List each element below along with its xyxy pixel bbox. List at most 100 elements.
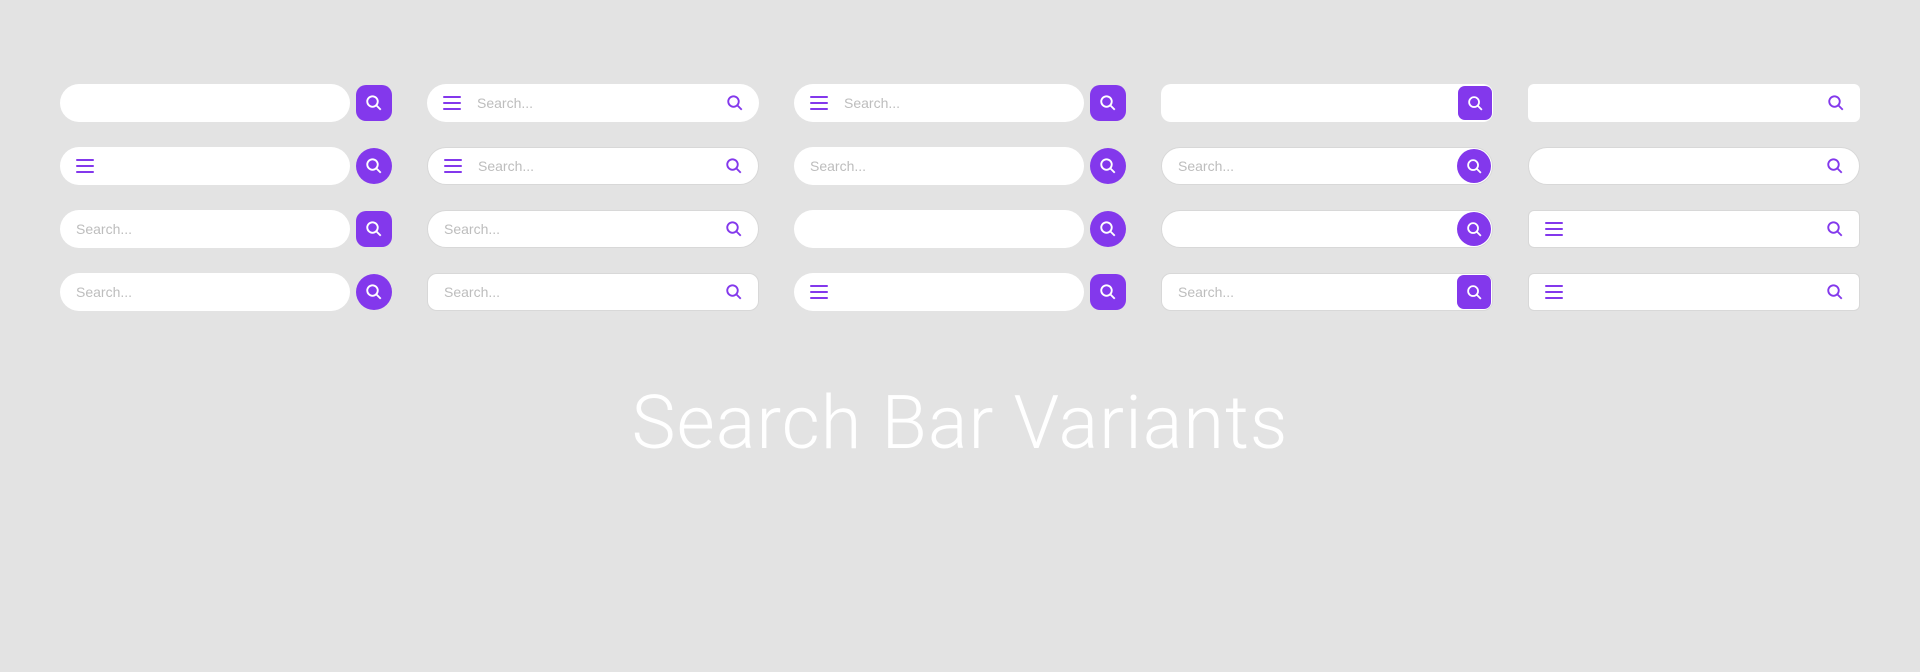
search-bar [60, 147, 350, 185]
search-bar [1161, 147, 1493, 185]
search-bar [60, 210, 350, 248]
search-icon [1466, 284, 1483, 301]
search-input[interactable] [60, 210, 350, 248]
search-bar-variant [794, 273, 1126, 311]
search-button[interactable] [1457, 275, 1491, 309]
search-bar-variant [1161, 147, 1493, 185]
search-bar [794, 210, 1084, 248]
search-input[interactable] [461, 84, 717, 122]
search-bar [1528, 273, 1860, 311]
search-input[interactable] [1563, 274, 1817, 310]
search-icon [725, 283, 743, 301]
search-icon [365, 283, 383, 301]
search-bar [427, 84, 759, 122]
search-input[interactable] [1528, 84, 1818, 122]
search-input[interactable] [1529, 148, 1817, 184]
search-button[interactable] [716, 211, 752, 247]
search-input[interactable] [1161, 84, 1457, 122]
search-button[interactable] [1818, 85, 1854, 121]
search-bar-variant [60, 273, 392, 311]
search-button[interactable] [716, 148, 752, 184]
search-button[interactable] [1090, 148, 1126, 184]
search-button[interactable] [1457, 212, 1491, 246]
search-bar-variant [427, 84, 759, 122]
search-icon [1826, 157, 1844, 175]
search-bar [60, 84, 350, 122]
menu-icon[interactable] [1545, 222, 1563, 236]
search-bar [1528, 210, 1860, 248]
search-button[interactable] [356, 211, 392, 247]
search-icon [1467, 95, 1484, 112]
search-bar-variant [794, 84, 1126, 122]
search-button[interactable] [1458, 86, 1492, 120]
menu-icon[interactable] [76, 159, 94, 173]
search-bar [794, 84, 1084, 122]
search-bar-variant [1528, 273, 1860, 311]
search-button[interactable] [717, 85, 753, 121]
search-bar-variant [794, 210, 1126, 248]
search-input[interactable] [828, 273, 1084, 311]
search-bar-variant [1161, 84, 1493, 122]
menu-icon[interactable] [444, 159, 462, 173]
search-input[interactable] [1162, 211, 1456, 247]
search-button[interactable] [716, 274, 752, 310]
search-button[interactable] [1090, 85, 1126, 121]
search-input[interactable] [94, 147, 350, 185]
search-bar [794, 273, 1084, 311]
search-bar-variant [60, 210, 392, 248]
search-button[interactable] [356, 274, 392, 310]
search-bar-variant [60, 84, 392, 122]
search-input[interactable] [1162, 148, 1456, 184]
menu-icon[interactable] [810, 96, 828, 110]
search-bar-variant [1528, 210, 1860, 248]
search-input[interactable] [428, 211, 716, 247]
search-bar-variant [1161, 210, 1493, 248]
search-icon [365, 94, 383, 112]
search-input[interactable] [1563, 211, 1817, 247]
search-input[interactable] [428, 274, 716, 310]
search-icon [365, 220, 383, 238]
search-bar-variant [427, 273, 759, 311]
search-icon [1099, 94, 1117, 112]
search-bar [1528, 84, 1860, 122]
search-bar [1161, 84, 1493, 122]
search-bar-grid [0, 0, 1920, 311]
search-bar [427, 273, 759, 311]
search-bar-variant [60, 147, 392, 185]
search-bar [794, 147, 1084, 185]
search-icon [1466, 158, 1483, 175]
search-input[interactable] [828, 84, 1084, 122]
search-icon [1099, 283, 1117, 301]
menu-icon[interactable] [443, 96, 461, 110]
search-bar [60, 273, 350, 311]
search-icon [1099, 157, 1117, 175]
search-button[interactable] [1090, 211, 1126, 247]
search-input[interactable] [60, 84, 350, 122]
search-input[interactable] [794, 147, 1084, 185]
search-icon [1826, 283, 1844, 301]
search-input[interactable] [462, 148, 716, 184]
search-input[interactable] [794, 210, 1084, 248]
search-button[interactable] [1817, 211, 1853, 247]
search-button[interactable] [356, 148, 392, 184]
search-icon [1827, 94, 1845, 112]
search-input[interactable] [60, 273, 350, 311]
search-button[interactable] [1817, 274, 1853, 310]
search-input[interactable] [1162, 274, 1456, 310]
search-icon [365, 157, 383, 175]
search-button[interactable] [1090, 274, 1126, 310]
search-button[interactable] [1457, 149, 1491, 183]
search-button[interactable] [356, 85, 392, 121]
search-bar-variant [794, 147, 1126, 185]
search-icon [725, 157, 743, 175]
search-icon [725, 220, 743, 238]
search-icon [726, 94, 744, 112]
search-icon [1099, 220, 1117, 238]
search-bar [427, 147, 759, 185]
search-bar-variant [1528, 84, 1860, 122]
search-bar [1528, 147, 1860, 185]
menu-icon[interactable] [1545, 285, 1563, 299]
search-icon [1826, 220, 1844, 238]
menu-icon[interactable] [810, 285, 828, 299]
search-button[interactable] [1817, 148, 1853, 184]
